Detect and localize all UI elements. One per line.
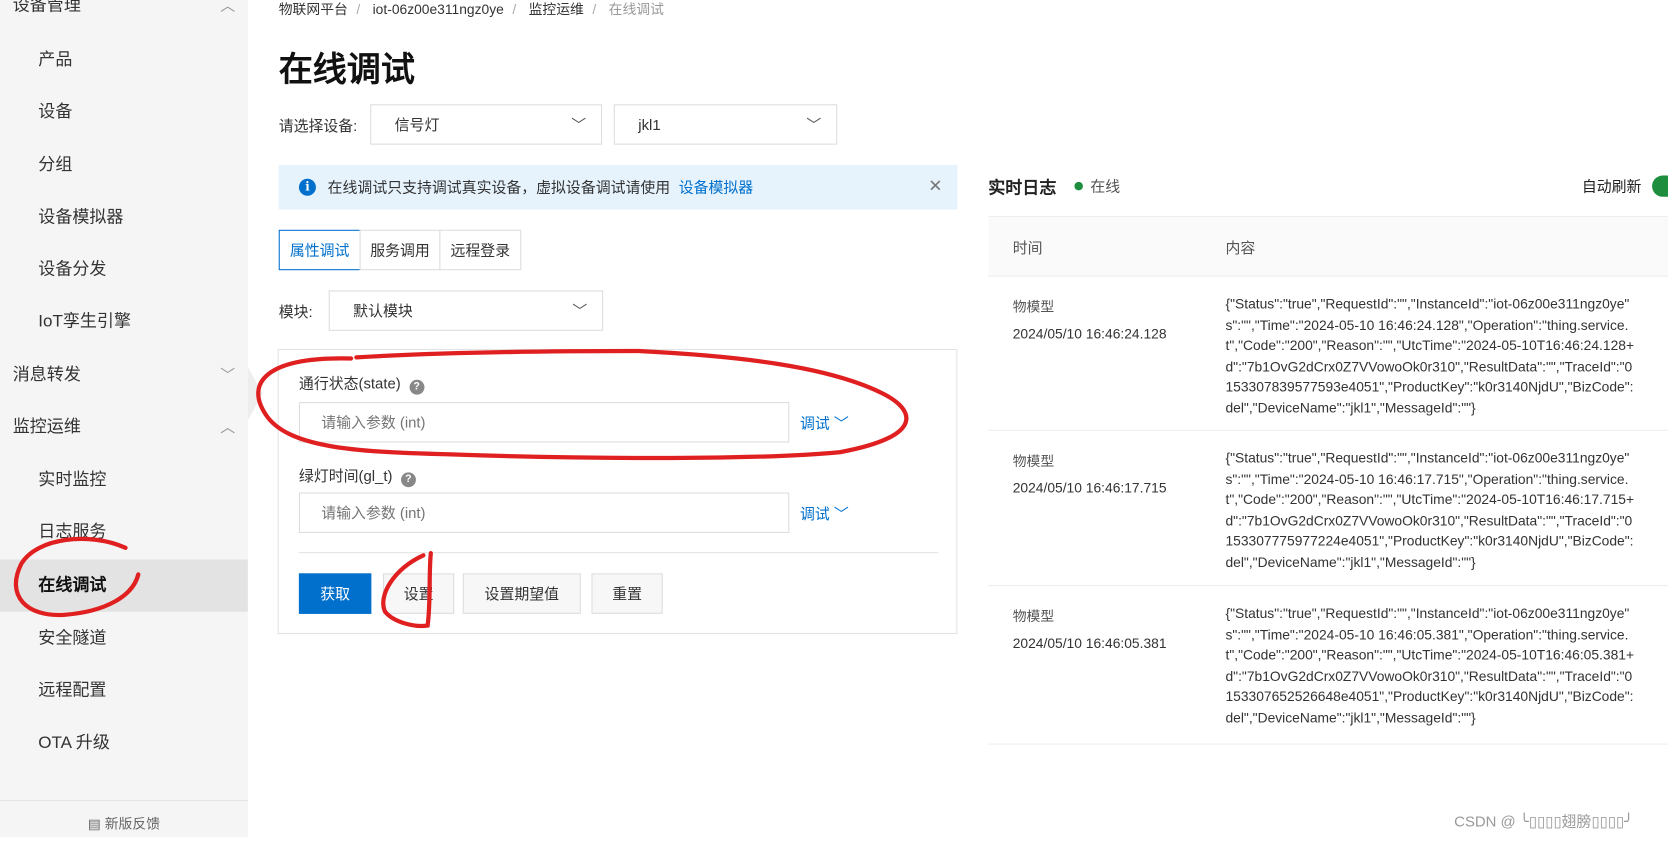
annotation-circle [13, 536, 141, 618]
red-annotations [13, 348, 909, 629]
annotation-check [381, 551, 433, 629]
annotation-ellipse [256, 348, 909, 461]
